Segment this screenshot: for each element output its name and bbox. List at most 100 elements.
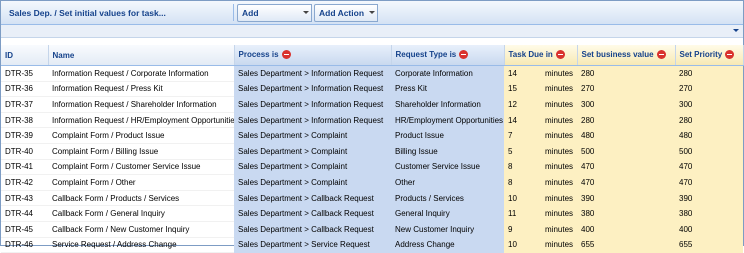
cell-process[interactable]: Sales Department > Information Request: [234, 112, 391, 129]
table-row[interactable]: DTR-35 Information Request / Corporate In…: [1, 65, 743, 82]
cell-process[interactable]: Sales Department > Complaint: [234, 159, 391, 176]
cell-name[interactable]: Information Request / HR/Employment Oppo…: [48, 112, 234, 129]
cell-business-value[interactable]: 655: [577, 237, 675, 253]
cell-process[interactable]: Sales Department > Callback Request: [234, 205, 391, 222]
cell-name[interactable]: Callback Form / General Inquiry: [48, 205, 234, 222]
cell-name[interactable]: Service Request / Address Change: [48, 237, 234, 253]
cell-task-due-unit[interactable]: minutes: [541, 237, 577, 253]
add-condition-dropdown[interactable]: [301, 4, 312, 22]
cell-priority[interactable]: 400: [675, 221, 743, 238]
cell-process[interactable]: Sales Department > Information Request: [234, 96, 391, 113]
table-row[interactable]: DTR-42 Complaint Form / Other Sales Depart…: [1, 174, 743, 191]
cell-id[interactable]: DTR-45: [1, 221, 48, 238]
cell-process[interactable]: Sales Department > Callback Request: [234, 221, 391, 238]
add-action-dropdown[interactable]: [367, 4, 378, 22]
cell-business-value[interactable]: 400: [577, 221, 675, 238]
cell-request-type[interactable]: Other: [391, 174, 504, 191]
cell-request-type[interactable]: Customer Service Issue: [391, 159, 504, 176]
cell-priority[interactable]: 300: [675, 96, 743, 113]
cell-task-due-unit[interactable]: minutes: [541, 65, 577, 82]
cell-id[interactable]: DTR-35: [1, 65, 48, 82]
cell-task-due[interactable]: 15: [504, 81, 541, 98]
cell-id[interactable]: DTR-36: [1, 81, 48, 98]
cell-id[interactable]: DTR-44: [1, 205, 48, 222]
cell-task-due-unit[interactable]: minutes: [541, 96, 577, 113]
cell-task-due[interactable]: 9: [504, 221, 541, 238]
cell-business-value[interactable]: 270: [577, 81, 675, 98]
cell-name[interactable]: Information Request / Shareholder Inform…: [48, 96, 234, 113]
cell-name[interactable]: Information Request / Press Kit: [48, 81, 234, 98]
column-header-id[interactable]: ID: [1, 45, 49, 66]
column-header-business-value[interactable]: Set business value: [577, 45, 676, 66]
table-row[interactable]: DTR-37 Information Request / Shareholder …: [1, 96, 743, 113]
cell-request-type[interactable]: Press Kit: [391, 81, 504, 98]
cell-task-due[interactable]: 7: [504, 127, 541, 144]
column-header-task-due[interactable]: Task Due in: [504, 45, 578, 66]
cell-task-due-unit[interactable]: minutes: [541, 112, 577, 129]
cell-id[interactable]: DTR-43: [1, 190, 48, 207]
cell-business-value[interactable]: 390: [577, 190, 675, 207]
table-row[interactable]: DTR-46 Service Request / Address Change Sa…: [1, 237, 743, 253]
cell-process[interactable]: Sales Department > Complaint: [234, 174, 391, 191]
cell-task-due[interactable]: 12: [504, 96, 541, 113]
cell-id[interactable]: DTR-41: [1, 159, 48, 176]
cell-request-type[interactable]: Address Change: [391, 237, 504, 253]
cell-request-type[interactable]: Products / Services: [391, 190, 504, 207]
cell-task-due-unit[interactable]: minutes: [541, 159, 577, 176]
cell-business-value[interactable]: 480: [577, 127, 675, 144]
cell-business-value[interactable]: 470: [577, 159, 675, 176]
cell-priority[interactable]: 470: [675, 159, 743, 176]
cell-id[interactable]: DTR-46: [1, 237, 48, 253]
table-row[interactable]: DTR-38 Information Request / HR/Employmen…: [1, 112, 743, 129]
cell-priority[interactable]: 480: [675, 127, 743, 144]
cell-id[interactable]: DTR-39: [1, 127, 48, 144]
cell-name[interactable]: Information Request / Corporate Informat…: [48, 65, 234, 82]
cell-name[interactable]: Complaint Form / Billing Issue: [48, 143, 234, 160]
cell-priority[interactable]: 470: [675, 174, 743, 191]
cell-process[interactable]: Sales Department > Complaint: [234, 127, 391, 144]
cell-priority[interactable]: 280: [675, 112, 743, 129]
cell-request-type[interactable]: Product Issue: [391, 127, 504, 144]
cell-task-due-unit[interactable]: minutes: [541, 221, 577, 238]
collapse-arrow-icon[interactable]: [733, 29, 739, 32]
cell-task-due[interactable]: 10: [504, 190, 541, 207]
cell-priority[interactable]: 655: [675, 237, 743, 253]
cell-business-value[interactable]: 380: [577, 205, 675, 222]
cell-task-due[interactable]: 8: [504, 159, 541, 176]
cell-request-type[interactable]: Billing Issue: [391, 143, 504, 160]
cell-task-due[interactable]: 10: [504, 237, 541, 253]
column-header-request-type[interactable]: Request Type is: [391, 45, 505, 66]
table-row[interactable]: DTR-36 Information Request / Press Kit Sal…: [1, 81, 743, 98]
cell-request-type[interactable]: HR/Employment Opportunities: [391, 112, 504, 129]
cell-process[interactable]: Sales Department > Complaint: [234, 143, 391, 160]
cell-name[interactable]: Complaint Form / Product Issue: [48, 127, 234, 144]
cell-task-due[interactable]: 11: [504, 205, 541, 222]
table-row[interactable]: DTR-41 Complaint Form / Customer Service …: [1, 159, 743, 176]
cell-task-due-unit[interactable]: minutes: [541, 143, 577, 160]
cell-id[interactable]: DTR-37: [1, 96, 48, 113]
cell-task-due-unit[interactable]: minutes: [541, 81, 577, 98]
cell-process[interactable]: Sales Department > Information Request: [234, 65, 391, 82]
cell-name[interactable]: Complaint Form / Other: [48, 174, 234, 191]
table-row[interactable]: DTR-39 Complaint Form / Product Issue Sale…: [1, 127, 743, 144]
cell-name[interactable]: Callback Form / Products / Services: [48, 190, 234, 207]
remove-condition-icon[interactable]: [281, 49, 291, 59]
cell-request-type[interactable]: General Inquiry: [391, 205, 504, 222]
cell-id[interactable]: DTR-38: [1, 112, 48, 129]
cell-business-value[interactable]: 500: [577, 143, 675, 160]
cell-id[interactable]: DTR-40: [1, 143, 48, 160]
column-header-name[interactable]: Name: [48, 45, 235, 66]
cell-task-due[interactable]: 8: [504, 174, 541, 191]
remove-action-icon[interactable]: [656, 49, 666, 59]
cell-priority[interactable]: 270: [675, 81, 743, 98]
cell-name[interactable]: Complaint Form / Customer Service Issue: [48, 159, 234, 176]
add-action-button[interactable]: Add Action: [314, 4, 369, 22]
cell-process[interactable]: Sales Department > Callback Request: [234, 190, 391, 207]
cell-name[interactable]: Callback Form / New Customer Inquiry: [48, 221, 234, 238]
cell-business-value[interactable]: 470: [577, 174, 675, 191]
cell-business-value[interactable]: 300: [577, 96, 675, 113]
cell-task-due[interactable]: 14: [504, 112, 541, 129]
table-row[interactable]: DTR-45 Callback Form / New Customer Inqui…: [1, 221, 743, 238]
cell-business-value[interactable]: 280: [577, 65, 675, 82]
remove-condition-icon[interactable]: [459, 49, 469, 59]
